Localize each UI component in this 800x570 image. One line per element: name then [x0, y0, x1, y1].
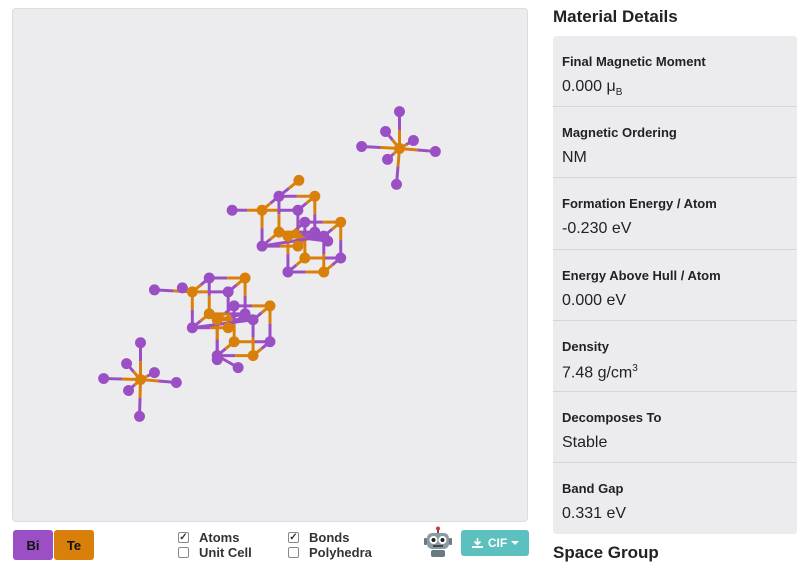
- bi-atom[interactable]: [322, 235, 334, 247]
- detail-band-gap: Band Gap 0.331 eV: [553, 463, 797, 534]
- bonds-label: Bonds: [309, 530, 350, 545]
- bi-atom[interactable]: [211, 354, 223, 366]
- detail-label: Decomposes To: [562, 409, 662, 425]
- bi-atom[interactable]: [148, 367, 160, 379]
- te-atom[interactable]: [299, 252, 311, 264]
- detail-label: Final Magnetic Moment: [562, 54, 706, 69]
- te-atom[interactable]: [309, 190, 321, 202]
- bi-atom[interactable]: [203, 272, 215, 284]
- detail-label: Density: [562, 338, 609, 354]
- unit-cell-label: Unit Cell: [199, 545, 252, 560]
- bi-atom[interactable]: [273, 190, 285, 202]
- download-cif-button[interactable]: CIF: [461, 530, 529, 556]
- bi-atom[interactable]: [391, 178, 402, 190]
- detail-formation-energy: Formation Energy / Atom -0.230 eV: [553, 178, 797, 250]
- material-details-list: Final Magnetic Moment 0.000 μB Magnetic …: [553, 36, 797, 535]
- bi-atom[interactable]: [170, 377, 182, 389]
- detail-value: NM: [562, 149, 587, 167]
- legend-bi-label: Bi: [26, 537, 40, 553]
- bi-atom[interactable]: [380, 126, 392, 137]
- structure-viewer[interactable]: [12, 8, 528, 522]
- bi-atom[interactable]: [135, 337, 146, 349]
- bi-atom[interactable]: [407, 135, 419, 146]
- material-details-title: Material Details: [553, 7, 678, 26]
- bi-atom[interactable]: [429, 145, 441, 157]
- bi-atom[interactable]: [222, 286, 234, 298]
- download-cif-label: CIF: [487, 536, 508, 550]
- caret-down-icon: [511, 541, 520, 545]
- polyhedra-checkbox[interactable]: [288, 547, 299, 558]
- te-atom[interactable]: [211, 314, 223, 326]
- te-atom[interactable]: [318, 266, 330, 278]
- crystal-structure[interactable]: [13, 9, 527, 521]
- detail-label: Magnetic Ordering: [562, 125, 677, 141]
- detail-value: 0.000 eV: [562, 291, 627, 309]
- detail-magnetic-ordering: Magnetic Ordering NM: [553, 107, 797, 179]
- bi-atom[interactable]: [264, 336, 276, 348]
- bi-atom[interactable]: [247, 314, 259, 326]
- te-atom[interactable]: [239, 272, 251, 284]
- te-atom[interactable]: [292, 240, 304, 252]
- bi-atom[interactable]: [148, 284, 160, 296]
- detail-value: -0.230 eV: [562, 220, 632, 238]
- bi-atom[interactable]: [228, 300, 240, 312]
- legend-bi[interactable]: Bi: [13, 530, 53, 560]
- te-atom[interactable]: [335, 216, 347, 228]
- legend-te[interactable]: Te: [54, 530, 94, 560]
- te-atom[interactable]: [394, 142, 405, 154]
- bi-atom[interactable]: [123, 385, 135, 396]
- detail-label: Band Gap: [562, 481, 624, 497]
- space-group-heading: Space Group: [553, 543, 659, 562]
- te-atom[interactable]: [222, 322, 234, 334]
- bi-atom[interactable]: [134, 410, 145, 422]
- detail-density: Density 7.48 g/cm3: [553, 321, 797, 392]
- bi-atom[interactable]: [176, 282, 188, 294]
- legend-te-label: Te: [66, 537, 82, 553]
- polyhedra-label: Polyhedra: [309, 545, 372, 560]
- te-atom[interactable]: [264, 300, 276, 312]
- bi-atom[interactable]: [256, 240, 268, 252]
- te-atom[interactable]: [282, 230, 294, 242]
- te-atom[interactable]: [247, 350, 259, 362]
- bi-atom[interactable]: [282, 266, 294, 278]
- detail-value: 0.000 μB: [562, 78, 623, 99]
- detail-label: Energy Above Hull / Atom: [562, 267, 721, 283]
- te-atom[interactable]: [293, 174, 305, 186]
- te-atom[interactable]: [228, 336, 240, 348]
- toggle-atoms[interactable]: ✓ Atoms: [178, 530, 239, 545]
- toggle-polyhedra[interactable]: Polyhedra: [288, 545, 372, 560]
- bi-atom[interactable]: [186, 322, 198, 334]
- bi-atom[interactable]: [232, 362, 244, 374]
- bi-atom[interactable]: [98, 373, 110, 385]
- bi-atom[interactable]: [382, 153, 394, 165]
- toggle-bonds[interactable]: ✓ Bonds: [288, 530, 349, 545]
- bi-atom[interactable]: [356, 140, 368, 152]
- te-atom[interactable]: [135, 374, 146, 386]
- detail-energy-above-hull: Energy Above Hull / Atom 0.000 eV: [553, 250, 797, 321]
- bi-atom[interactable]: [394, 106, 405, 118]
- bi-atom[interactable]: [226, 204, 238, 216]
- bonds-checkbox[interactable]: ✓: [288, 532, 299, 543]
- bi-atom[interactable]: [292, 204, 304, 216]
- unit-cell-checkbox[interactable]: [178, 547, 189, 558]
- detail-value: 0.331 eV: [562, 505, 627, 523]
- bi-atom[interactable]: [335, 252, 347, 264]
- detail-value: 7.48 g/cm3: [562, 362, 638, 382]
- detail-decomposes-to: Decomposes To Stable: [553, 392, 797, 464]
- robot-icon[interactable]: [423, 526, 453, 558]
- toggle-unit-cell[interactable]: Unit Cell: [178, 545, 252, 560]
- te-atom[interactable]: [186, 286, 198, 298]
- te-atom[interactable]: [256, 204, 268, 216]
- detail-final-magnetic-moment: Final Magnetic Moment 0.000 μB: [553, 36, 797, 108]
- bi-atom[interactable]: [121, 358, 133, 370]
- bi-atom[interactable]: [299, 216, 311, 228]
- atoms-label: Atoms: [199, 530, 240, 545]
- atoms-checkbox[interactable]: ✓: [178, 532, 189, 543]
- detail-label: Formation Energy / Atom: [562, 196, 717, 212]
- detail-value: Stable: [562, 433, 608, 451]
- download-icon: [471, 538, 483, 548]
